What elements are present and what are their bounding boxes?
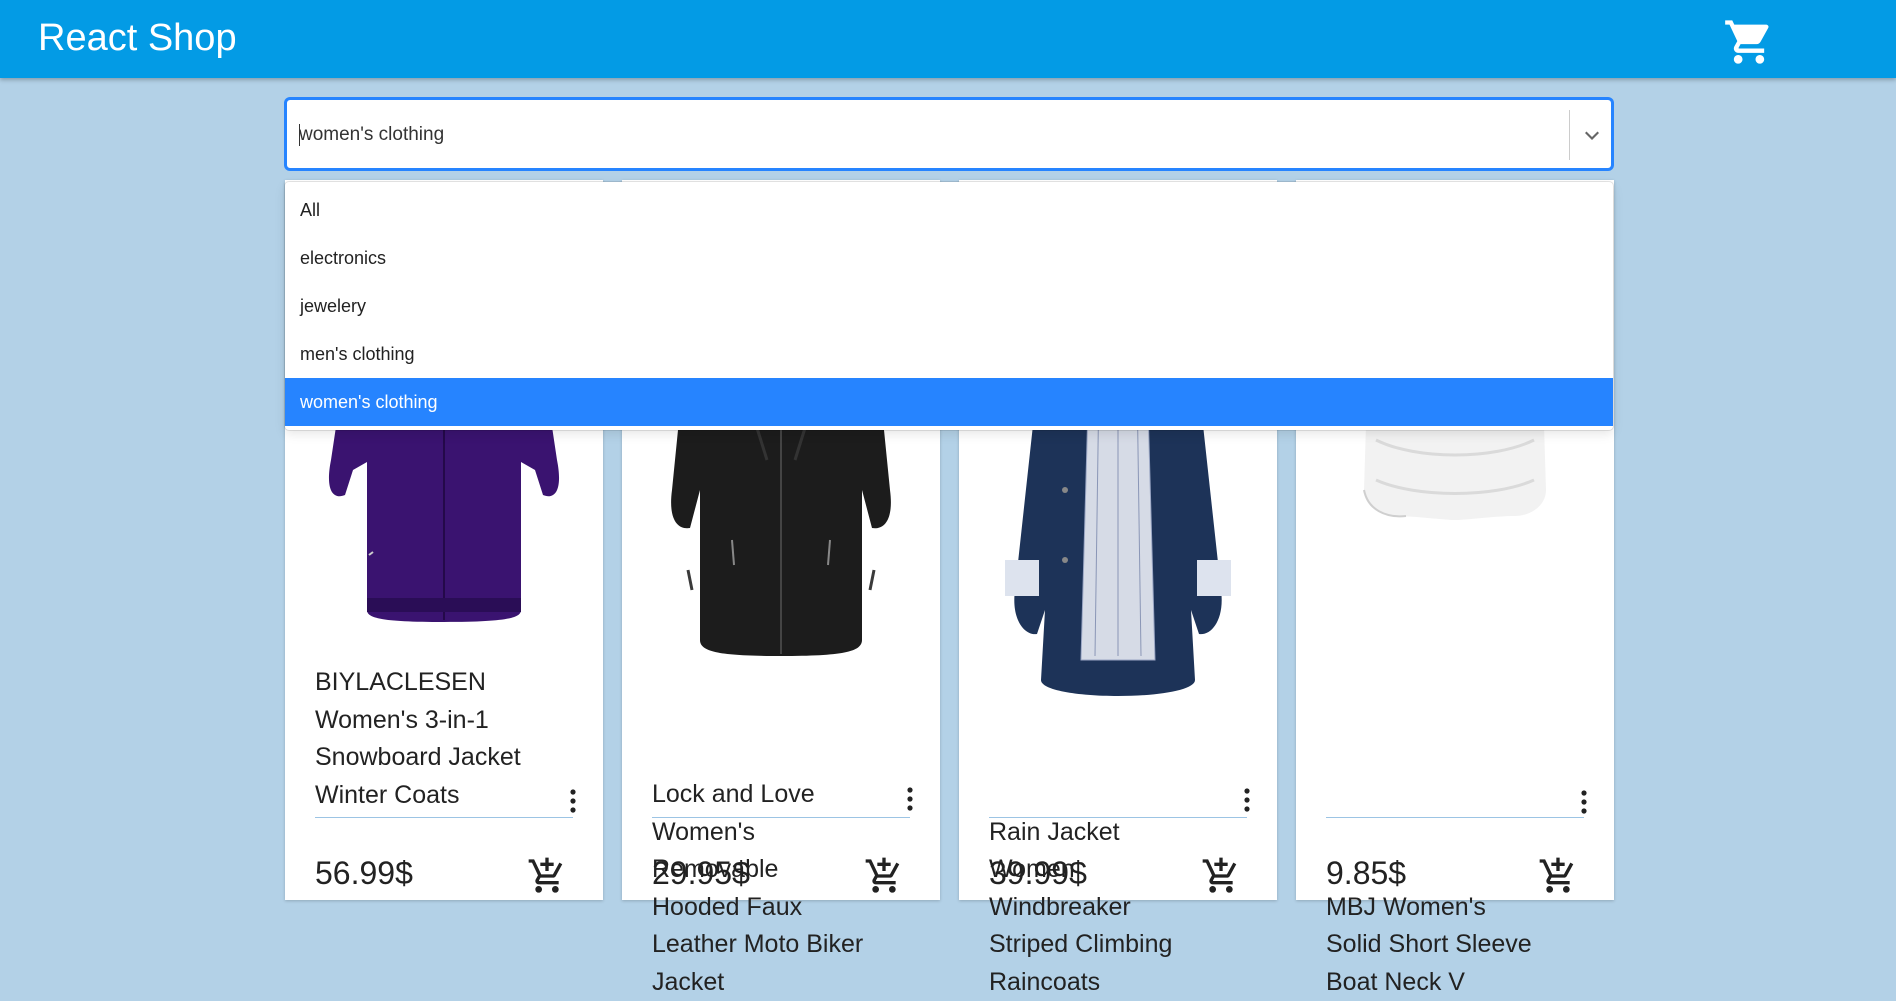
product-price: 9.85$ (1326, 855, 1406, 892)
add-to-cart-icon[interactable] (864, 856, 904, 896)
title-divider (315, 817, 573, 818)
category-option-all[interactable]: All (285, 186, 1613, 234)
chevron-down-icon (1582, 125, 1602, 145)
product-title-line: MBJ Women's (1326, 889, 1556, 927)
product-title[interactable]: BIYLACLESEN Women's 3-in-1 Snowboard Jac… (315, 664, 545, 814)
product-title-line: Raincoats (989, 964, 1219, 1001)
product-price: 39.99$ (989, 855, 1087, 892)
product-title-line: Hooded Faux (652, 889, 882, 927)
more-vert-icon[interactable] (1578, 789, 1590, 815)
more-vert-icon[interactable] (904, 786, 916, 812)
product-title-line: Boat Neck V (1326, 964, 1556, 1001)
product-title-line: Snowboard Jacket (315, 739, 545, 777)
category-menu: All electronics jewelery men's clothing … (285, 182, 1613, 430)
product-title-line: Lock and Love (652, 776, 882, 814)
cart-button[interactable] (1718, 14, 1780, 70)
product-title-line: Winter Coats (315, 777, 545, 815)
more-vert-icon[interactable] (567, 788, 579, 814)
product-title-line: Women's 3-in-1 (315, 702, 545, 740)
product-price: 29.95$ (652, 855, 750, 892)
add-to-cart-icon[interactable] (1538, 856, 1578, 896)
cart-icon (1723, 16, 1775, 68)
more-vert-icon[interactable] (1241, 787, 1253, 813)
add-to-cart-icon[interactable] (527, 856, 567, 896)
category-option-mens-clothing[interactable]: men's clothing (285, 330, 1613, 378)
product-title-line: Women's (652, 814, 882, 852)
product-title-line: Leather Moto Biker (652, 926, 882, 964)
product-price: 56.99$ (315, 855, 413, 892)
category-select-value[interactable]: women's clothing (299, 124, 444, 146)
category-option-womens-clothing[interactable]: women's clothing (285, 378, 1613, 426)
title-divider (652, 817, 910, 818)
product-title-line: Striped Climbing (989, 926, 1219, 964)
title-divider (989, 817, 1247, 818)
category-option-electronics[interactable]: electronics (285, 234, 1613, 282)
add-to-cart-icon[interactable] (1201, 856, 1241, 896)
dropdown-toggle[interactable] (1570, 100, 1613, 170)
product-title-line: Rain Jacket (989, 814, 1219, 852)
category-option-jewelery[interactable]: jewelery (285, 282, 1613, 330)
product-title[interactable]: MBJ Women's Solid Short Sleeve Boat Neck… (1326, 889, 1556, 1001)
product-title-line: Windbreaker (989, 889, 1219, 927)
product-title-line: BIYLACLESEN (315, 664, 545, 702)
app-title: React Shop (38, 16, 237, 60)
product-title-line: Solid Short Sleeve (1326, 926, 1556, 964)
title-divider (1326, 817, 1584, 818)
app-bar: React Shop (0, 0, 1896, 78)
text-cursor (299, 124, 300, 146)
category-select[interactable]: women's clothing (285, 98, 1613, 170)
product-title[interactable]: Rain Jacket Women Windbreaker Striped Cl… (989, 814, 1219, 1001)
product-title-line: Jacket (652, 964, 882, 1001)
